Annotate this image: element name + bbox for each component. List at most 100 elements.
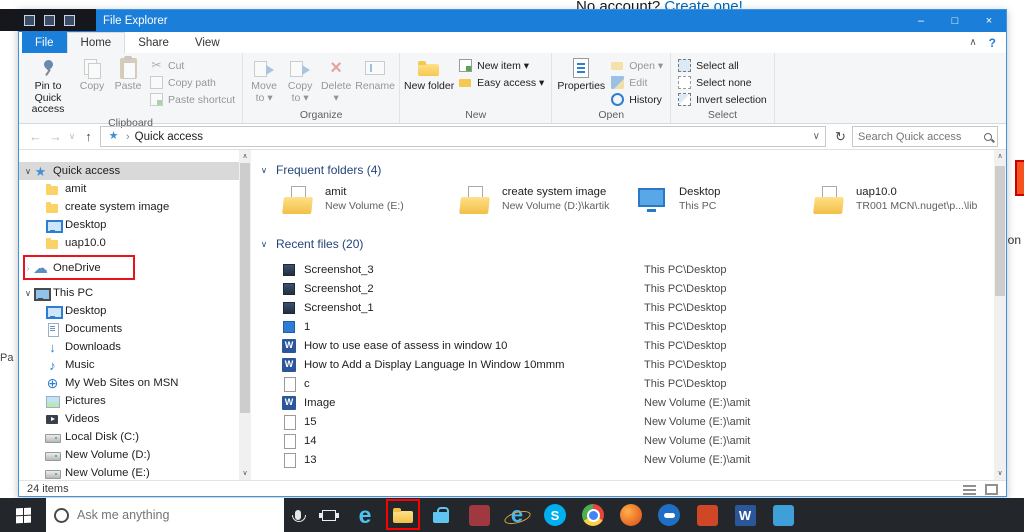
taskbar-blue-round-app-icon[interactable] <box>650 498 688 532</box>
copy-path-button[interactable]: Copy path <box>146 74 239 91</box>
taskbar-orange-app-icon[interactable] <box>688 498 726 532</box>
file-row[interactable]: Screenshot_3 This PC\Desktop <box>282 260 990 279</box>
taskbar-search-box[interactable] <box>46 498 284 532</box>
folder-tile-amit[interactable]: amit New Volume (E:) <box>282 186 459 216</box>
sidebar-item-this-pc[interactable]: ∨ This PC <box>19 284 251 302</box>
file-row[interactable]: 15 New Volume (E:)\amit <box>282 412 990 431</box>
scroll-up-icon[interactable]: ∧ <box>239 150 251 163</box>
sidebar-item-quick-access[interactable]: ∨ ★ Quick access <box>19 162 251 180</box>
sidebar-item-my-web-sites-on-msn[interactable]: ⊕ My Web Sites on MSN <box>19 374 251 392</box>
up-button[interactable]: ↑ <box>80 129 97 144</box>
sidebar-item-desktop-pinned[interactable]: Desktop <box>19 216 251 234</box>
taskbar-chrome-icon[interactable] <box>574 498 612 532</box>
details-view-icon[interactable] <box>963 484 976 495</box>
rename-button[interactable]: Rename <box>354 53 396 108</box>
taskbar-firefox-icon[interactable] <box>612 498 650 532</box>
sidebar-item-music[interactable]: ♪ Music <box>19 356 251 374</box>
file-row[interactable]: 14 New Volume (E:)\amit <box>282 431 990 450</box>
pin-to-quick-access-button[interactable]: Pin to Quick access <box>22 53 74 116</box>
chevron-expanded-icon[interactable]: ∨ <box>23 166 33 177</box>
sidebar-scrollbar[interactable]: ∧ ∨ <box>239 150 251 480</box>
select-none-button[interactable]: Select none <box>674 74 771 91</box>
file-row[interactable]: 13 New Volume (E:)\amit <box>282 450 990 469</box>
folder-tile-desktop[interactable]: Desktop This PC <box>636 186 813 216</box>
file-row[interactable]: c This PC\Desktop <box>282 374 990 393</box>
recent-locations-icon[interactable]: ∨ <box>67 131 77 142</box>
task-view-button[interactable] <box>312 498 346 532</box>
main-scrollbar[interactable]: ∧ ∨ <box>994 150 1006 480</box>
history-button[interactable]: History <box>607 91 667 108</box>
file-row[interactable]: 1 This PC\Desktop <box>282 317 990 336</box>
tab-home[interactable]: Home <box>66 32 126 53</box>
file-row[interactable]: Screenshot_2 This PC\Desktop <box>282 279 990 298</box>
tab-file[interactable]: File <box>22 32 67 53</box>
scroll-down-icon[interactable]: ∨ <box>239 467 251 480</box>
minimize-button[interactable]: – <box>904 10 938 32</box>
move-to-button[interactable]: Move to ▾ <box>246 53 282 108</box>
refresh-button[interactable]: ↻ <box>832 129 849 145</box>
address-dropdown-icon[interactable]: ∨ <box>813 131 820 142</box>
invert-selection-button[interactable]: Invert selection <box>674 91 771 108</box>
taskbar-file-explorer-icon[interactable] <box>384 498 422 532</box>
chevron-collapsed-icon[interactable]: › <box>23 263 33 273</box>
taskbar-search-input[interactable] <box>77 508 276 522</box>
maximize-button[interactable]: □ <box>938 10 972 32</box>
edit-button[interactable]: Edit <box>607 74 667 91</box>
back-button[interactable]: ← <box>27 129 44 144</box>
new-item-button[interactable]: New item ▾ <box>455 57 548 74</box>
taskbar-internet-explorer-icon[interactable]: e <box>498 498 536 532</box>
chevron-expanded-icon[interactable]: ∨ <box>23 288 33 299</box>
sidebar-item-create-system-image[interactable]: create system image <box>19 198 251 216</box>
sidebar-item-desktop[interactable]: Desktop <box>19 302 251 320</box>
sidebar-item-onedrive[interactable]: › ☁ OneDrive <box>19 255 251 280</box>
search-box[interactable] <box>852 126 998 147</box>
minimize-ribbon-icon[interactable]: ∧ <box>969 37 976 48</box>
sidebar-item-new-volume-e[interactable]: New Volume (E:) <box>19 464 251 480</box>
taskbar-light-blue-app-icon[interactable] <box>764 498 802 532</box>
close-button[interactable]: × <box>972 10 1006 32</box>
sidebar-item-new-volume-d[interactable]: New Volume (D:) <box>19 446 251 464</box>
breadcrumb-location[interactable]: Quick access <box>135 131 203 143</box>
search-input[interactable] <box>858 130 984 143</box>
sidebar-item-downloads[interactable]: ↓ Downloads <box>19 338 251 356</box>
frequent-folders-header[interactable]: ∨ Frequent folders (4) <box>259 162 990 178</box>
cut-button[interactable]: ✂ Cut <box>146 57 239 74</box>
section-chevron-icon[interactable]: ∨ <box>259 239 269 250</box>
easy-access-button[interactable]: Easy access ▾ <box>455 74 548 91</box>
sidebar-item-documents[interactable]: Documents <box>19 320 251 338</box>
tab-view[interactable]: View <box>182 32 233 53</box>
open-button[interactable]: Open ▾ <box>607 57 667 74</box>
microphone-button[interactable] <box>284 498 312 532</box>
section-chevron-icon[interactable]: ∨ <box>259 165 269 176</box>
scrollbar-thumb[interactable] <box>995 166 1005 296</box>
taskbar-edge-icon[interactable]: e <box>346 498 384 532</box>
tab-share[interactable]: Share <box>125 32 182 53</box>
recent-files-header[interactable]: ∨ Recent files (20) <box>259 236 990 252</box>
copy-button[interactable]: Copy <box>74 53 110 116</box>
forward-button[interactable]: → <box>47 129 64 144</box>
paste-shortcut-button[interactable]: Paste shortcut <box>146 91 239 108</box>
select-all-button[interactable]: Select all <box>674 57 771 74</box>
window-titlebar[interactable]: File Explorer – □ × <box>19 10 1006 32</box>
folder-tile-uap10[interactable]: uap10.0 TR001 MCN\.nuget\p...\lib <box>813 186 990 216</box>
taskbar-word-icon[interactable]: W <box>726 498 764 532</box>
scroll-up-icon[interactable]: ∧ <box>994 150 1006 163</box>
help-icon[interactable]: ? <box>989 36 996 50</box>
file-row[interactable]: How to Add a Display Language In Window … <box>282 355 990 374</box>
sidebar-item-videos[interactable]: Videos <box>19 410 251 428</box>
paste-button[interactable]: Paste <box>110 53 146 116</box>
scroll-down-icon[interactable]: ∨ <box>994 467 1006 480</box>
thumbnails-view-icon[interactable] <box>985 483 998 495</box>
scrollbar-thumb[interactable] <box>240 163 250 413</box>
breadcrumb[interactable]: ★ › Quick access ∨ <box>100 126 826 147</box>
copy-to-button[interactable]: Copy to ▾ <box>282 53 318 108</box>
file-row[interactable]: Image New Volume (E:)\amit <box>282 393 990 412</box>
sidebar-item-uap10[interactable]: uap10.0 <box>19 234 251 252</box>
sidebar-item-pictures[interactable]: Pictures <box>19 392 251 410</box>
sidebar-item-local-disk-c[interactable]: Local Disk (C:) <box>19 428 251 446</box>
folder-tile-create-system-image[interactable]: create system image New Volume (D:)\kart… <box>459 186 636 216</box>
properties-button[interactable]: Properties <box>555 53 607 108</box>
file-row[interactable]: Screenshot_1 This PC\Desktop <box>282 298 990 317</box>
taskbar-store-icon[interactable] <box>422 498 460 532</box>
taskbar-skype-icon[interactable]: S <box>536 498 574 532</box>
